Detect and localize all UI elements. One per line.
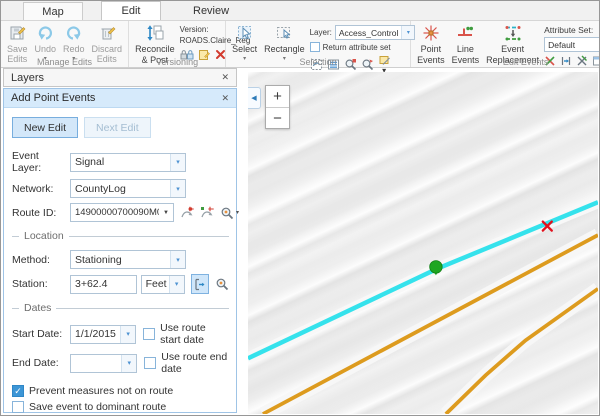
collapse-panel-tab[interactable]: ◀ (248, 87, 261, 109)
event-replacement-icon (503, 24, 523, 44)
zoom-in-button[interactable]: + (266, 86, 289, 107)
layers-pane-header[interactable]: Layers ✕ (3, 68, 237, 87)
add-point-events-close-icon[interactable]: ✕ (221, 93, 229, 104)
selection-layer-select[interactable]: Access_Control ▾ (335, 25, 416, 40)
map-canvas[interactable]: ◀ + − (248, 72, 598, 414)
undo-icon (36, 24, 54, 44)
reconcile-post-icon (146, 24, 164, 44)
layers-close-icon[interactable]: ✕ (221, 72, 229, 83)
check-icon: ✓ (14, 387, 22, 396)
group-label-edit-events: Edit Events (411, 57, 600, 67)
zoom-route-caret[interactable]: ▾ (236, 209, 239, 216)
chevron-down-icon: ▾ (121, 355, 136, 372)
layer-label: Layer: (310, 28, 332, 37)
tab-edit[interactable]: Edit (101, 1, 161, 20)
start-date-label: Start Date: (12, 328, 70, 340)
chevron-down-icon: ▾ (170, 180, 185, 197)
zoom-out-button[interactable]: − (266, 107, 289, 128)
prevent-measures-checkbox[interactable]: ✓ (12, 385, 24, 397)
tab-review[interactable]: Review (179, 2, 243, 20)
method-select[interactable]: Stationing ▾ (70, 250, 186, 269)
add-point-events-pane: Add Point Events ✕ New Edit Next Edit Ev… (3, 88, 237, 413)
group-edit-events: Point Events Line Events Event Replaceme… (411, 21, 600, 67)
chevron-down-icon: ▾ (170, 154, 185, 171)
return-attribute-set-label: Return attribute set (323, 43, 391, 52)
event-layer-label: Event Layer: (12, 150, 70, 174)
select-icon (236, 24, 254, 44)
use-route-end-date-label: Use route end date (161, 351, 229, 375)
attribute-set-label: Attribute Set: (544, 25, 600, 35)
chevron-down-icon: ▾ (169, 276, 184, 293)
group-label-manage-edits: Manage Edits (1, 57, 128, 67)
collapse-left-icon: ◀ (251, 94, 256, 102)
station-unit-select[interactable]: Feet ▾ (141, 275, 185, 294)
add-point-events-body: New Edit Next Edit Event Layer: Signal ▾… (4, 108, 236, 416)
use-route-start-date-checkbox[interactable] (143, 328, 155, 340)
route-id-label: Route ID: (12, 207, 70, 219)
pick-station-on-map-button[interactable] (191, 274, 209, 294)
map-graphics (248, 72, 598, 414)
dates-section-divider: Dates (12, 302, 229, 314)
return-attribute-set-checkbox[interactable] (310, 42, 320, 52)
station-label: Station: (12, 278, 70, 290)
chevron-down-icon: ▾ (170, 251, 185, 268)
end-date-label: End Date: (12, 357, 70, 369)
point-events-icon (422, 24, 440, 44)
group-selection: Select ▾ Rectangle ▾ Layer: Access_Contr… (226, 21, 411, 67)
end-date-picker[interactable]: ▾ (70, 354, 137, 373)
add-route-from-map-icon[interactable] (200, 206, 214, 220)
layers-pane-title: Layers (11, 72, 44, 84)
app-window: Map Edit Review Save Edits Undo ▾ Redo ▾ (0, 0, 600, 416)
discard-edits-icon (98, 24, 116, 44)
group-manage-edits: Save Edits Undo ▾ Redo ▾ Discard Edits M… (1, 21, 129, 67)
chevron-down-icon: ▾ (120, 326, 135, 343)
map-zoom-control: + − (265, 85, 290, 129)
attribute-set-select[interactable]: Default ▾ (544, 37, 600, 52)
prevent-measures-label: Prevent measures not on route (29, 385, 173, 397)
group-label-versioning: Versioning (129, 57, 225, 67)
save-dominant-checkbox[interactable] (12, 401, 24, 413)
save-edits-icon (8, 24, 26, 44)
select-route-on-map-icon[interactable] (180, 206, 194, 220)
route-id-combo[interactable]: 14900000700090M01 ▼ (70, 203, 174, 222)
redo-icon (65, 24, 83, 44)
station-input[interactable]: 3+62.4 (70, 275, 137, 294)
location-section-divider: Location (12, 230, 229, 242)
save-dominant-label: Save event to dominant route (29, 401, 166, 413)
zoom-to-route-icon[interactable]: ▾ (220, 206, 239, 220)
event-layer-select[interactable]: Signal ▾ (70, 153, 186, 172)
new-edit-button[interactable]: New Edit (12, 117, 78, 138)
tab-map[interactable]: Map (23, 2, 83, 20)
line-events-icon (456, 24, 474, 44)
rectangle-select-icon (275, 24, 293, 44)
zoom-to-station-icon[interactable] (215, 277, 229, 291)
add-point-events-title: Add Point Events (11, 92, 95, 104)
left-panel-column: Layers ✕ Add Point Events ✕ New Edit Nex… (3, 68, 237, 413)
use-route-end-date-checkbox[interactable] (144, 357, 156, 369)
method-label: Method: (12, 254, 70, 266)
network-select[interactable]: CountyLog ▾ (70, 179, 186, 198)
group-label-selection: Selection (226, 57, 410, 67)
add-point-events-header[interactable]: Add Point Events ✕ (4, 89, 236, 108)
ribbon-tab-bar: Map Edit Review (1, 1, 599, 21)
next-edit-button[interactable]: Next Edit (84, 117, 151, 138)
use-route-start-date-label: Use route start date (160, 322, 229, 346)
group-versioning: Reconcile & Post Version: ROADS.Claire_R… (129, 21, 226, 67)
start-date-picker[interactable]: 1/1/2015 ▾ (70, 325, 136, 344)
network-label: Network: (12, 183, 70, 195)
combo-arrow-icon[interactable]: ▼ (159, 210, 173, 216)
ribbon: Save Edits Undo ▾ Redo ▾ Discard Edits M… (1, 21, 599, 68)
